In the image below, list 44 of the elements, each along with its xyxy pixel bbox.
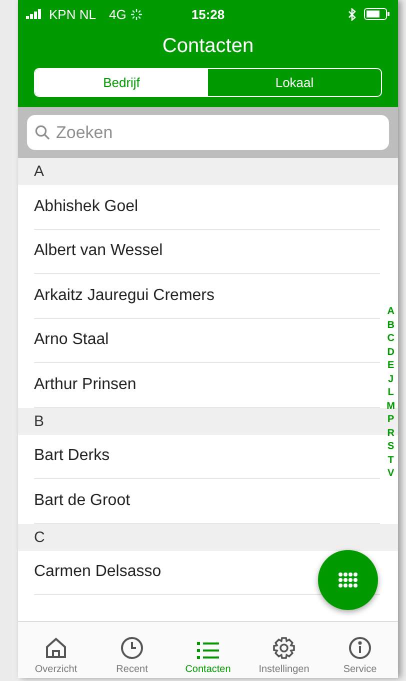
contact-row[interactable]: Abhishek Goel xyxy=(34,185,380,230)
index-letter[interactable]: B xyxy=(387,318,394,332)
tab-bar-item[interactable]: Service xyxy=(322,622,398,678)
contact-row[interactable]: Albert van Wessel xyxy=(34,230,380,274)
tab-bar-item[interactable]: Overzicht xyxy=(18,622,94,678)
dialpad-icon xyxy=(338,572,358,588)
contact-row[interactable]: Arno Staal xyxy=(34,318,380,363)
index-letter[interactable]: R xyxy=(387,426,394,440)
search-icon xyxy=(35,125,50,140)
clock-icon xyxy=(120,636,144,660)
contact-row[interactable]: Bart Derks xyxy=(34,434,380,479)
screen-title: Contacten xyxy=(161,34,255,59)
status-time: 15:28 xyxy=(191,6,225,22)
index-letter[interactable]: E xyxy=(387,359,394,372)
tab-bar-item[interactable]: Contacten xyxy=(170,622,246,678)
signal-icon xyxy=(26,9,44,19)
activity-icon xyxy=(131,8,142,20)
section-header: A xyxy=(18,158,398,185)
search-field[interactable]: Zoeken xyxy=(27,115,389,150)
settings-icon xyxy=(272,636,296,660)
bluetooth-icon xyxy=(348,8,356,20)
index-letter[interactable]: C xyxy=(387,332,394,346)
carrier-name: KPN NL xyxy=(49,6,96,22)
battery-icon xyxy=(364,8,390,20)
index-letter[interactable]: D xyxy=(387,346,394,359)
index-letter[interactable]: A xyxy=(387,305,394,318)
section-header: C xyxy=(18,524,398,550)
segment-tab[interactable]: Lokaal xyxy=(208,69,381,96)
contact-row[interactable]: Arkaitz Jauregui Cremers xyxy=(34,274,380,318)
network-type: 4G xyxy=(108,6,126,22)
list-icon xyxy=(196,640,220,660)
tab-bar-item[interactable]: Recent xyxy=(94,622,170,678)
dialpad-button[interactable] xyxy=(318,550,378,610)
segment-tab[interactable]: Bedrijf xyxy=(35,69,208,96)
index-letter[interactable]: P xyxy=(387,413,394,426)
index-letter[interactable]: L xyxy=(388,386,394,400)
index-letter[interactable]: V xyxy=(387,467,394,480)
index-letter[interactable]: T xyxy=(388,454,394,467)
info-icon xyxy=(348,636,372,660)
index-letter[interactable]: J xyxy=(388,372,394,386)
index-letter[interactable]: S xyxy=(387,440,394,454)
home-icon xyxy=(44,636,68,660)
index-letter[interactable]: M xyxy=(386,400,395,413)
tab-bar-item[interactable]: Instellingen xyxy=(246,622,322,678)
